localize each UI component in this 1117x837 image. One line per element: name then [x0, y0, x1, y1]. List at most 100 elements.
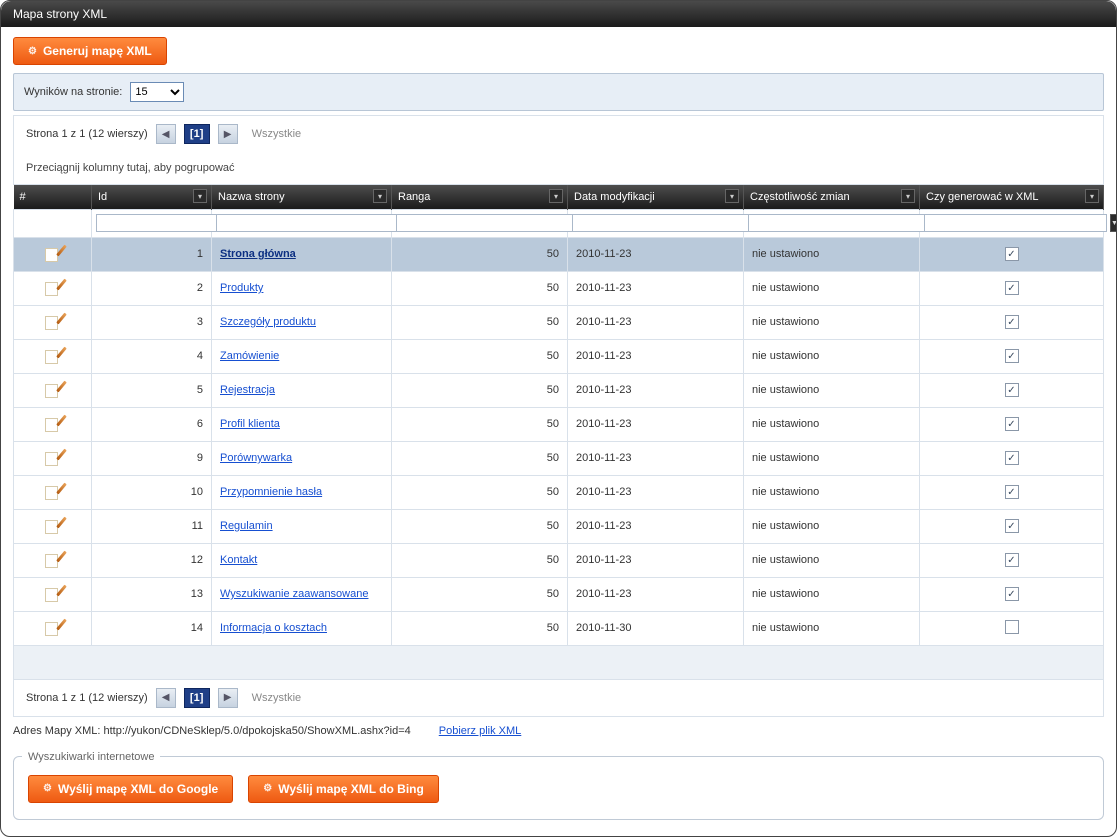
col-header-frequency[interactable]: Częstotliwość zmian▾	[744, 185, 920, 209]
col-header-name[interactable]: Nazwa strony▾	[212, 185, 392, 209]
dropdown-icon[interactable]: ▼	[1110, 214, 1117, 232]
table-row[interactable]: 11Regulamin502010-11-23nie ustawiono✓	[14, 509, 1104, 543]
generate-checkbox[interactable]: ✓	[1005, 315, 1019, 329]
page-name-link[interactable]: Zamówienie	[220, 350, 279, 362]
pager-current-page[interactable]: [1]	[184, 688, 210, 708]
pager-current-page[interactable]: [1]	[184, 124, 210, 144]
edit-icon[interactable]	[45, 619, 61, 635]
page-name-link[interactable]: Produkty	[220, 282, 263, 294]
generate-checkbox[interactable]	[1005, 620, 1019, 634]
col-menu-icon[interactable]: ▾	[1085, 189, 1099, 203]
edit-icon[interactable]	[45, 415, 61, 431]
edit-icon[interactable]	[45, 449, 61, 465]
col-menu-icon[interactable]: ▾	[901, 189, 915, 203]
send-bing-button[interactable]: ⚙ Wyślij mapę XML do Bing	[248, 775, 439, 803]
cell-rank: 50	[392, 441, 568, 475]
page-name-link[interactable]: Kontakt	[220, 554, 257, 566]
cell-date: 2010-11-23	[568, 407, 744, 441]
generate-checkbox[interactable]: ✓	[1005, 383, 1019, 397]
cell-id: 2	[92, 271, 212, 305]
generate-checkbox[interactable]: ✓	[1005, 417, 1019, 431]
cell-rank: 50	[392, 305, 568, 339]
cell-rank: 50	[392, 271, 568, 305]
col-menu-icon[interactable]: ▾	[725, 189, 739, 203]
generate-sitemap-button[interactable]: ⚙ Generuj mapę XML	[13, 37, 167, 65]
page-name-link[interactable]: Rejestracja	[220, 384, 275, 396]
group-by-drop-area[interactable]: Przeciągnij kolumny tutaj, aby pogrupowa…	[13, 152, 1104, 185]
col-menu-icon[interactable]: ▾	[373, 189, 387, 203]
col-header-id[interactable]: Id▾	[92, 185, 212, 209]
search-engines-panel: Wyszukiwarki internetowe ⚙ Wyślij mapę X…	[13, 751, 1104, 820]
page-name-link[interactable]: Regulamin	[220, 520, 273, 532]
col-menu-icon[interactable]: ▾	[193, 189, 207, 203]
col-header-generate[interactable]: Czy generować w XML▾	[920, 185, 1104, 209]
generate-checkbox[interactable]: ✓	[1005, 553, 1019, 567]
table-row[interactable]: 14Informacja o kosztach502010-11-30nie u…	[14, 611, 1104, 645]
pager-prev-button[interactable]: ◀	[156, 124, 176, 144]
col-header-hash[interactable]: #	[14, 185, 92, 209]
cell-date: 2010-11-23	[568, 271, 744, 305]
filter-date-input[interactable]	[572, 214, 755, 232]
window-title: Mapa strony XML	[13, 7, 107, 21]
pager-summary: Strona 1 z 1 (12 wierszy)	[26, 692, 148, 704]
edit-icon[interactable]	[45, 347, 61, 363]
filter-name-input[interactable]	[216, 214, 399, 232]
window-content: ⚙ Generuj mapę XML Wyników na stronie: 1…	[1, 27, 1116, 836]
col-header-rank[interactable]: Ranga▾	[392, 185, 568, 209]
table-row[interactable]: 5Rejestracja502010-11-23nie ustawiono✓	[14, 373, 1104, 407]
pager-all-link[interactable]: Wszystkie	[252, 128, 302, 140]
generate-checkbox[interactable]: ✓	[1005, 519, 1019, 533]
edit-icon[interactable]	[45, 551, 61, 567]
cell-frequency: nie ustawiono	[744, 441, 920, 475]
table-row[interactable]: 9Porównywarka502010-11-23nie ustawiono✓	[14, 441, 1104, 475]
cell-date: 2010-11-23	[568, 237, 744, 271]
table-row[interactable]: 13Wyszukiwanie zaawansowane502010-11-23n…	[14, 577, 1104, 611]
page-name-link[interactable]: Przypomnienie hasła	[220, 486, 322, 498]
edit-icon[interactable]	[45, 245, 61, 261]
pager-all-link[interactable]: Wszystkie	[252, 692, 302, 704]
edit-icon[interactable]	[45, 279, 61, 295]
table-row[interactable]: 12Kontakt502010-11-23nie ustawiono✓	[14, 543, 1104, 577]
page-size-select[interactable]: 15	[130, 82, 184, 102]
generate-checkbox[interactable]: ✓	[1005, 281, 1019, 295]
page-name-link[interactable]: Strona główna	[220, 248, 296, 260]
edit-icon[interactable]	[45, 483, 61, 499]
col-menu-icon[interactable]: ▾	[549, 189, 563, 203]
page-name-link[interactable]: Szczegóły produktu	[220, 316, 316, 328]
generate-checkbox[interactable]: ✓	[1005, 485, 1019, 499]
page-name-link[interactable]: Wyszukiwanie zaawansowane	[220, 588, 368, 600]
pager-next-button[interactable]: ▶	[218, 688, 238, 708]
table-row[interactable]: 1Strona główna502010-11-23nie ustawiono✓	[14, 237, 1104, 271]
edit-icon[interactable]	[45, 517, 61, 533]
table-row[interactable]: 6Profil klienta502010-11-23nie ustawiono…	[14, 407, 1104, 441]
table-row[interactable]: 10Przypomnienie hasła502010-11-23nie ust…	[14, 475, 1104, 509]
edit-icon[interactable]	[45, 585, 61, 601]
page-name-link[interactable]: Porównywarka	[220, 452, 292, 464]
page-name-link[interactable]: Profil klienta	[220, 418, 280, 430]
page-name-link[interactable]: Informacja o kosztach	[220, 622, 327, 634]
generate-checkbox[interactable]: ✓	[1005, 247, 1019, 261]
cell-id: 5	[92, 373, 212, 407]
table-row[interactable]: 2Produkty502010-11-23nie ustawiono✓	[14, 271, 1104, 305]
grid-header-row: # Id▾ Nazwa strony▾ Ranga▾ Data modyfika…	[14, 185, 1104, 209]
cell-id: 10	[92, 475, 212, 509]
generate-sitemap-label: Generuj mapę XML	[43, 44, 152, 58]
cell-id: 14	[92, 611, 212, 645]
filter-gen-input[interactable]	[924, 214, 1107, 232]
filter-freq-input[interactable]	[748, 214, 931, 232]
pager-next-button[interactable]: ▶	[218, 124, 238, 144]
cell-frequency: nie ustawiono	[744, 305, 920, 339]
edit-icon[interactable]	[45, 381, 61, 397]
generate-checkbox[interactable]: ✓	[1005, 587, 1019, 601]
table-row[interactable]: 4Zamówienie502010-11-23nie ustawiono✓	[14, 339, 1104, 373]
table-row[interactable]: 3Szczegóły produktu502010-11-23nie ustaw…	[14, 305, 1104, 339]
pager-prev-button[interactable]: ◀	[156, 688, 176, 708]
send-google-button[interactable]: ⚙ Wyślij mapę XML do Google	[28, 775, 233, 803]
download-xml-link[interactable]: Pobierz plik XML	[439, 725, 522, 737]
filter-rank-input[interactable]	[396, 214, 579, 232]
generate-checkbox[interactable]: ✓	[1005, 349, 1019, 363]
grid-footer-spacer	[13, 646, 1104, 680]
col-header-modified[interactable]: Data modyfikacji▾	[568, 185, 744, 209]
edit-icon[interactable]	[45, 313, 61, 329]
generate-checkbox[interactable]: ✓	[1005, 451, 1019, 465]
